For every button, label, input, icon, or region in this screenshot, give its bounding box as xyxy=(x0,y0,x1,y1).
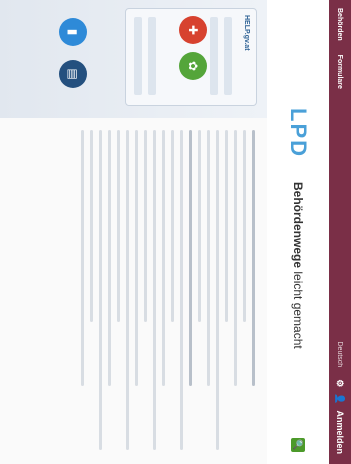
mockup-row xyxy=(134,17,142,95)
content-line xyxy=(90,130,93,322)
main-content xyxy=(11,130,261,450)
content-line xyxy=(126,130,129,450)
site-header: LPD Behördenwege leicht gemacht 🔍 xyxy=(267,0,329,464)
content-line xyxy=(162,130,165,386)
content-line xyxy=(180,130,183,450)
content-line xyxy=(198,130,201,322)
promo-image: HELP.gv.at ✚ ✿ ▮ ▤ xyxy=(0,0,267,118)
content-line xyxy=(216,130,219,450)
content-line xyxy=(153,130,156,450)
tagline: Behördenwege leicht gemacht xyxy=(291,182,305,349)
content-line xyxy=(81,130,84,386)
content-line xyxy=(144,130,147,322)
rotated-web-page: Behörden Formulare Deutsch ⚙ 👤 Anmelden … xyxy=(0,0,351,464)
search-icon: 🔍 xyxy=(293,439,304,451)
logo-text: LPD xyxy=(286,108,311,158)
settings-icon[interactable]: ⚙ xyxy=(335,379,346,387)
document-icon: ▤ xyxy=(59,60,87,88)
mockup-row xyxy=(148,17,156,95)
main-nav: Behörden Formulare xyxy=(337,0,344,89)
id-card-icon: ✚ xyxy=(179,16,207,44)
site-logo[interactable]: LPD xyxy=(285,108,311,158)
content-line xyxy=(189,130,192,386)
content-line xyxy=(225,130,228,322)
promo-app-label: HELP.gv.at xyxy=(243,15,250,51)
tagline-strong: Behördenwege xyxy=(291,182,305,269)
mockup-row xyxy=(210,17,218,95)
tagline-rest: leicht gemacht xyxy=(291,271,305,349)
content-line xyxy=(243,130,246,322)
nav-item-behoerden[interactable]: Behörden xyxy=(337,8,344,41)
leaf-icon: ✿ xyxy=(179,52,207,80)
content-line xyxy=(252,130,255,386)
language-selector[interactable]: Deutsch xyxy=(337,342,344,368)
content-line xyxy=(234,130,237,386)
top-navigation-bar: Behörden Formulare Deutsch ⚙ 👤 Anmelden xyxy=(329,0,351,464)
content-line xyxy=(99,130,102,450)
screenshot-stage: Behörden Formulare Deutsch ⚙ 👤 Anmelden … xyxy=(0,0,351,464)
mockup-row xyxy=(224,17,232,95)
content-line xyxy=(171,130,174,322)
content-line xyxy=(135,130,138,386)
content-line xyxy=(117,130,120,322)
content-line xyxy=(207,130,210,386)
book-icon: ▮ xyxy=(59,18,87,46)
user-icon[interactable]: 👤 xyxy=(335,393,346,404)
login-link[interactable]: Anmelden xyxy=(335,410,345,454)
content-line xyxy=(108,130,111,386)
search-button[interactable]: 🔍 xyxy=(291,438,305,452)
topbar-actions: ⚙ 👤 Anmelden xyxy=(335,379,346,454)
nav-item-formulare[interactable]: Formulare xyxy=(337,55,344,89)
